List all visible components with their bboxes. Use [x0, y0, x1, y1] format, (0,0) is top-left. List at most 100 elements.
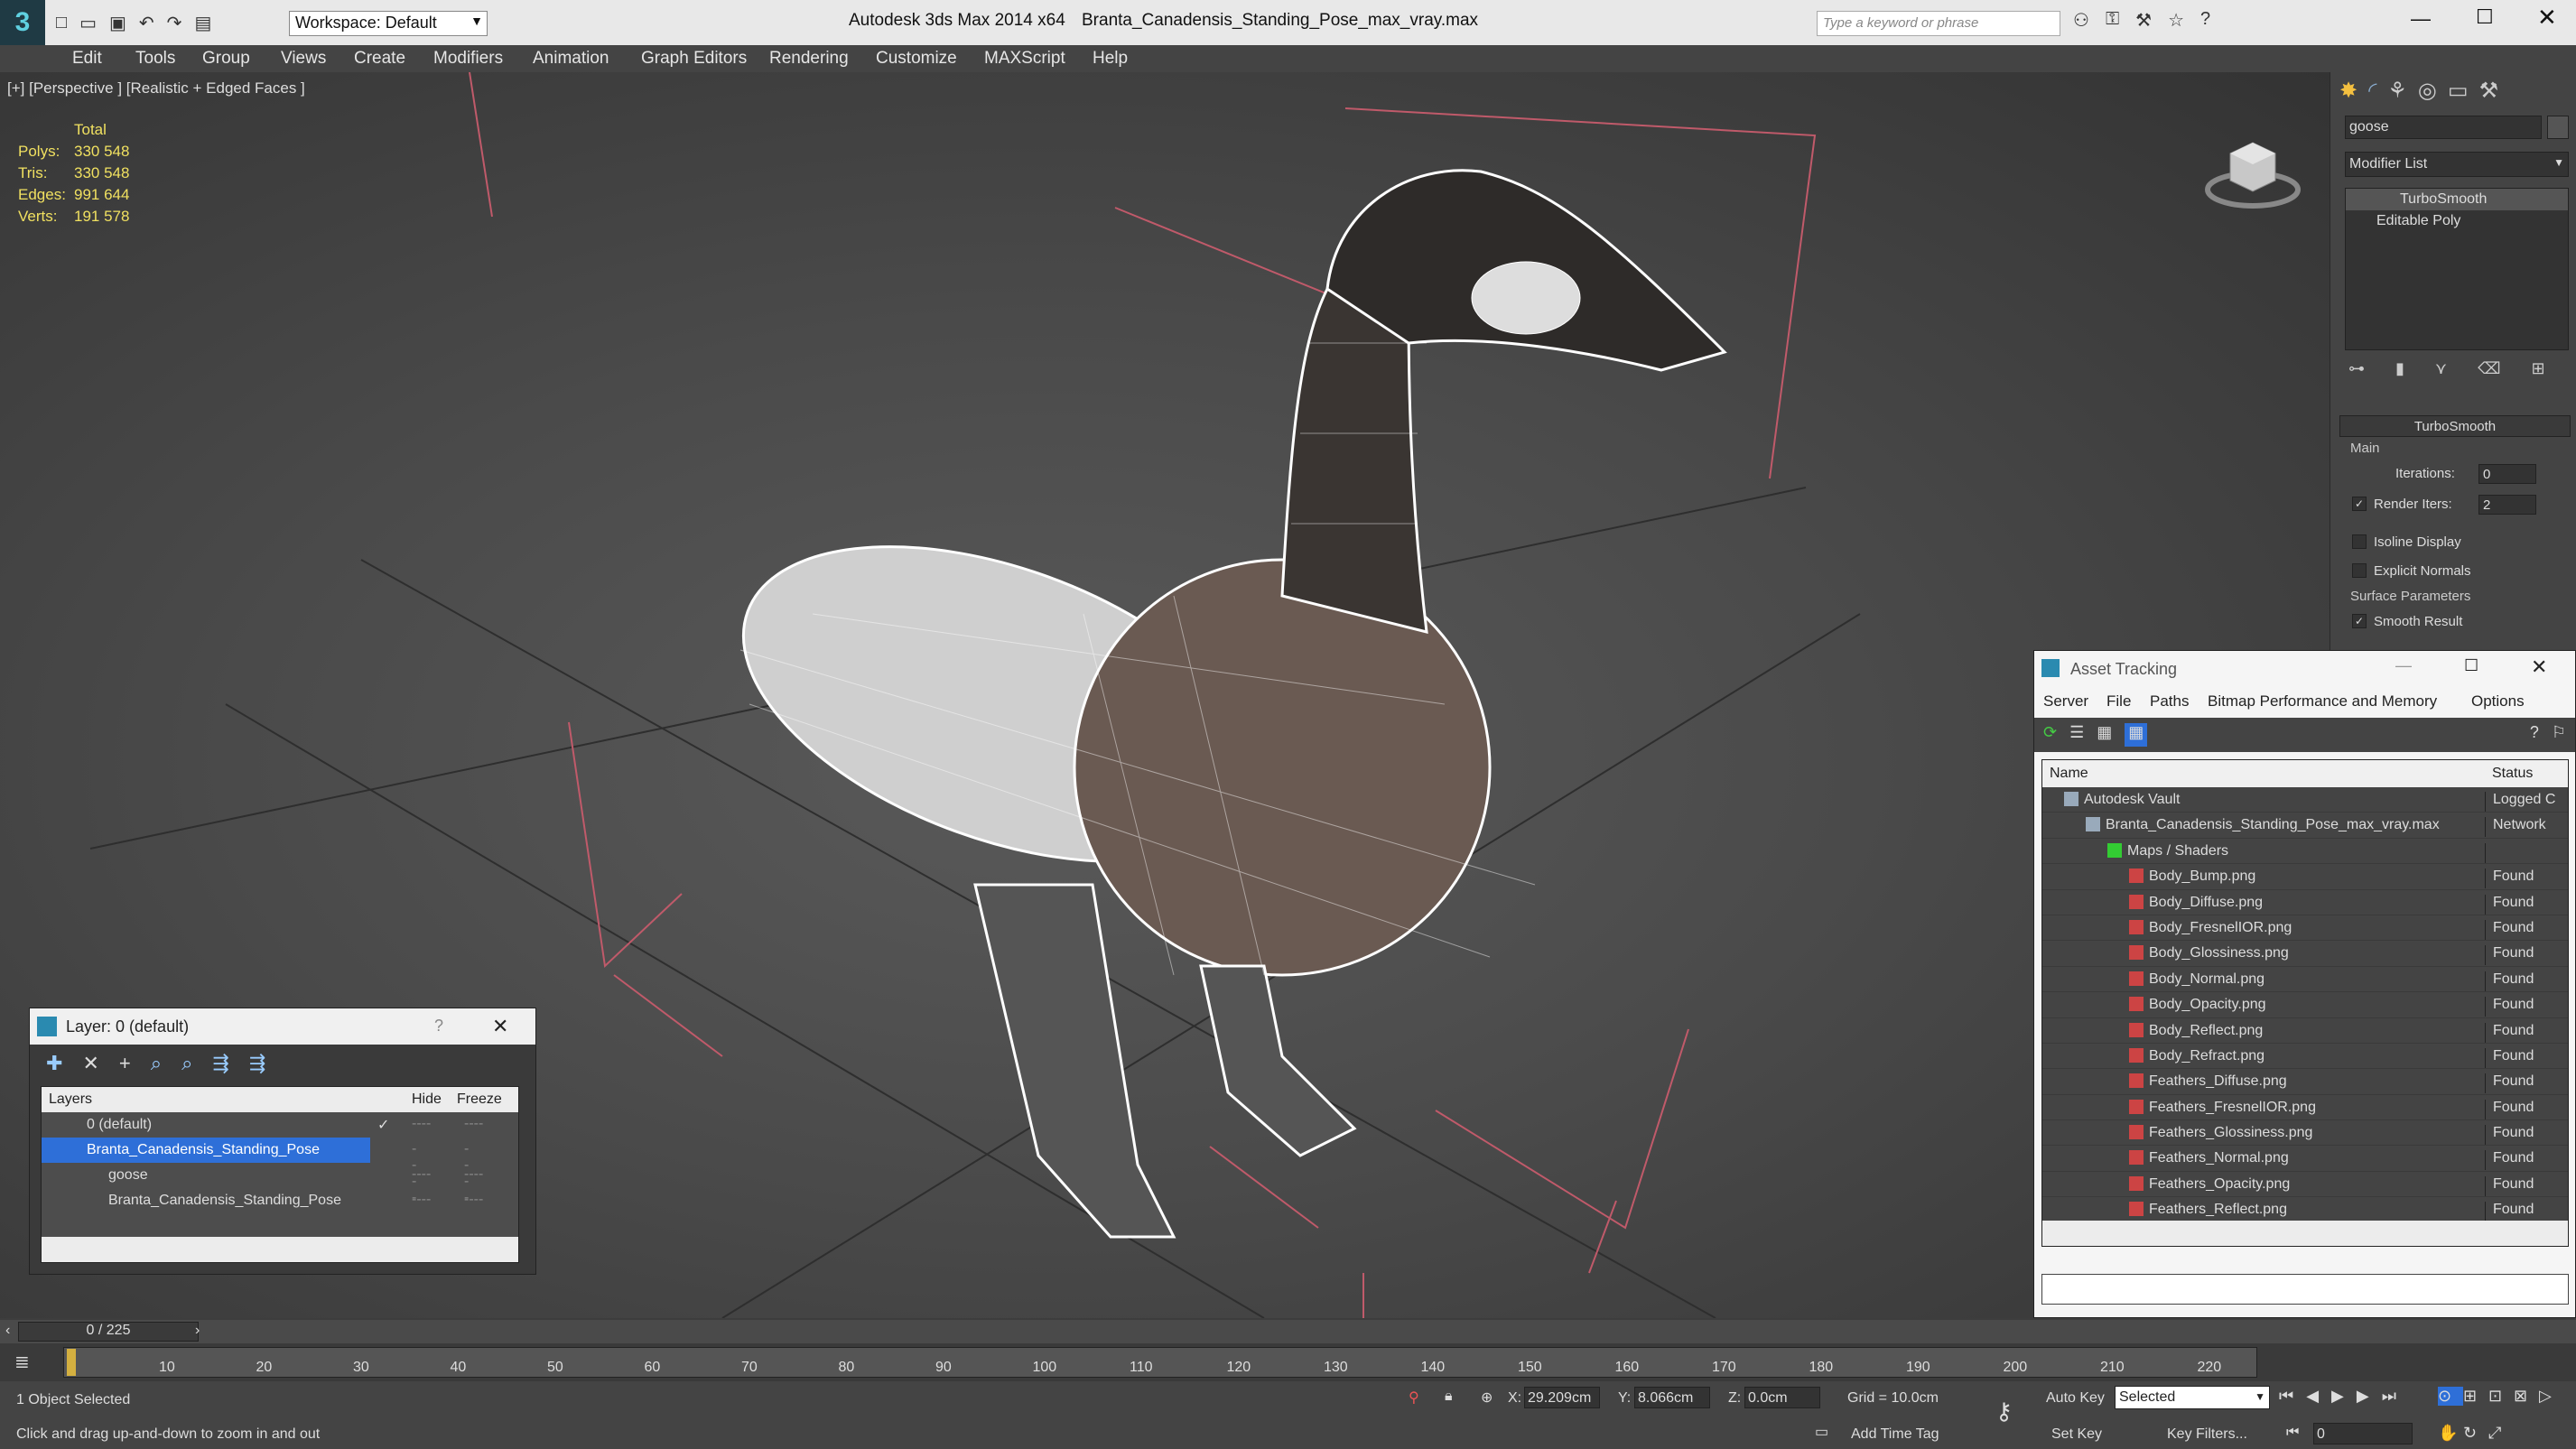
asset-row[interactable]: Body_FresnelIOR.png Found [2042, 915, 2568, 942]
asset-window-titlebar[interactable]: Asset Tracking — ☐ ✕ [2034, 651, 2575, 687]
menu-animation[interactable]: Animation [533, 49, 609, 69]
go-to-start-icon[interactable]: ⏮ [2279, 1387, 2293, 1406]
close-icon[interactable]: ✕ [2537, 4, 2557, 32]
orbit-icon[interactable]: ↻ [2463, 1424, 2488, 1443]
minimize-icon[interactable]: — [2411, 7, 2431, 31]
menu-group[interactable]: Group [202, 49, 250, 69]
time-slider[interactable]: ‹ 0 / 225 › [0, 1320, 2576, 1343]
asset-row[interactable]: Branta_Canadensis_Standing_Pose_max_vray… [2042, 813, 2568, 839]
delete-layer-icon[interactable]: ✕ [82, 1052, 98, 1074]
undo-icon[interactable]: ↶ [139, 9, 154, 36]
freeze-toggle[interactable]: ---- [464, 1166, 483, 1183]
menu-edit[interactable]: Edit [72, 49, 102, 69]
previous-frame-icon[interactable]: ◀ [2306, 1387, 2319, 1406]
menu-modifiers[interactable]: Modifiers [433, 49, 503, 69]
menu-rendering[interactable]: Rendering [769, 49, 849, 69]
create-layer-icon[interactable]: ✚ [46, 1052, 62, 1074]
asset-row[interactable]: Body_Reflect.png Found [2042, 1018, 2568, 1044]
stack-item-turbosmooth[interactable]: TurboSmooth [2346, 189, 2568, 210]
asset-row[interactable]: Feathers_Reflect.png Found [2042, 1197, 2568, 1223]
menu-help[interactable]: Help [1093, 49, 1128, 69]
track-bar[interactable]: ≣ 10 20 30 40 50 60 70 80 90 100 110 120 130 140 150 16… [0, 1343, 2576, 1381]
asset-row[interactable]: Body_Opacity.png Found [2042, 992, 2568, 1018]
binoculars-icon[interactable]: ⚇ [2073, 9, 2089, 32]
time-slider-thumb[interactable]: 0 / 225 [18, 1322, 199, 1342]
hide-toggle[interactable]: ---- [412, 1192, 431, 1208]
asset-row[interactable]: Feathers_FresnelIOR.png Found [2042, 1095, 2568, 1121]
asset-row[interactable]: Feathers_Diffuse.png Found [2042, 1069, 2568, 1095]
prev-frame-icon[interactable]: ‹ [5, 1323, 10, 1339]
layer-row[interactable]: goose ---- ---- [42, 1163, 518, 1188]
explicit-normals-checkbox[interactable] [2352, 563, 2367, 578]
refresh-icon[interactable]: ⟳ [2043, 723, 2057, 747]
freeze-all-icon[interactable]: ⇶ [249, 1052, 265, 1074]
menu-customize[interactable]: Customize [876, 49, 957, 69]
menu-tools[interactable]: Tools [135, 49, 175, 69]
asset-row[interactable]: Maps / Shaders [2042, 839, 2568, 865]
zoom-all-icon[interactable]: ⊞ [2463, 1387, 2488, 1406]
zoom-extents-icon[interactable]: ⊡ [2488, 1387, 2514, 1406]
remove-modifier-icon[interactable]: ⌫ [2478, 359, 2500, 378]
zoom-extents-all-icon[interactable]: ⊠ [2514, 1387, 2539, 1406]
play-icon[interactable]: ▶ [2331, 1387, 2344, 1406]
show-end-result-icon[interactable]: ▮ [2395, 359, 2404, 378]
modifier-list-dropdown[interactable]: Modifier List ▼ [2345, 152, 2569, 177]
isolate-icon[interactable]: ⚲ [1409, 1389, 1419, 1407]
redo-icon[interactable]: ↷ [167, 9, 182, 36]
motion-tab-icon[interactable]: ◎ [2418, 78, 2437, 104]
viewport-label[interactable]: [+] [Perspective ] [Realistic + Edged Fa… [7, 79, 305, 98]
layer-row[interactable]: Branta_Canadensis_Standing_Pose ---- ---… [42, 1188, 518, 1213]
app-logo-icon[interactable]: 3 [0, 0, 45, 45]
new-file-icon[interactable]: □ [56, 9, 67, 36]
asset-menu-paths[interactable]: Paths [2150, 692, 2189, 711]
asset-row[interactable]: Feathers_Normal.png Found [2042, 1146, 2568, 1172]
menu-graph-editors[interactable]: Graph Editors [641, 49, 747, 69]
next-frame-icon[interactable]: ▶ [2357, 1387, 2369, 1406]
isoline-checkbox[interactable] [2352, 534, 2367, 549]
z-coordinate-field[interactable]: 0.0cm [1744, 1387, 1820, 1408]
fov-icon[interactable]: ▷ [2539, 1387, 2564, 1406]
star-icon[interactable]: ☆ [2168, 9, 2184, 32]
key-mode-icon[interactable]: ⏮ [2286, 1425, 2299, 1441]
auto-key-button[interactable]: Auto Key [2046, 1390, 2105, 1407]
help-icon[interactable]: ? [2200, 9, 2210, 32]
open-file-icon[interactable]: ▭ [79, 9, 97, 36]
utilities-tab-icon[interactable]: ⚒ [2479, 78, 2499, 104]
maxscript-listener[interactable]: 1 Object Selected [9, 1389, 1381, 1412]
layer-row[interactable]: 0 (default) ✓ ---- ---- [42, 1112, 518, 1138]
select-objects-icon[interactable]: ⌕ [151, 1052, 162, 1074]
list-view-icon[interactable]: ☰ [2069, 723, 2084, 747]
asset-row[interactable]: Body_Normal.png Found [2042, 967, 2568, 993]
object-color-swatch[interactable] [2547, 116, 2569, 139]
lock-selection-icon[interactable]: 🔒︎ [1445, 1389, 1453, 1405]
pan-icon[interactable]: ✋ [2438, 1424, 2463, 1443]
hide-toggle[interactable]: ---- [412, 1116, 431, 1132]
current-frame-field[interactable]: 0 [2313, 1423, 2413, 1444]
key-selection-dropdown[interactable]: Selected ▼ [2115, 1386, 2270, 1409]
column-freeze[interactable]: Freeze [457, 1091, 502, 1108]
iterations-spinner[interactable]: 0 [2478, 464, 2536, 484]
menu-maxscript[interactable]: MAXScript [984, 49, 1065, 69]
column-hide[interactable]: Hide [412, 1091, 442, 1108]
minimize-icon[interactable]: — [2395, 656, 2412, 675]
close-icon[interactable]: ✕ [492, 1015, 508, 1038]
maximize-viewport-icon[interactable]: ⤢ [2488, 1424, 2514, 1443]
asset-menu-options[interactable]: Options [2471, 692, 2525, 711]
asset-row[interactable]: Body_Bump.png Found [2042, 864, 2568, 890]
render-iters-checkbox[interactable]: ✓ [2352, 497, 2367, 511]
asset-path-field[interactable] [2041, 1274, 2569, 1305]
rollout-header[interactable]: TurboSmooth [2339, 415, 2571, 437]
object-name-field[interactable]: goose [2345, 116, 2542, 139]
menu-views[interactable]: Views [281, 49, 326, 69]
stack-item-editable-poly[interactable]: Editable Poly [2346, 210, 2568, 232]
maximize-icon[interactable]: ☐ [2476, 5, 2494, 29]
hide-toggle[interactable]: ---- [412, 1166, 431, 1183]
asset-menu-server[interactable]: Server [2043, 692, 2088, 711]
tools-icon[interactable]: ⚒ [2135, 9, 2152, 32]
save-icon[interactable]: ▣ [109, 9, 126, 36]
hide-all-icon[interactable]: ⇶ [212, 1052, 228, 1074]
go-to-end-icon[interactable]: ⏭ [2382, 1387, 2396, 1406]
asset-menu-file[interactable]: File [2106, 692, 2131, 711]
thumbnail-view-icon[interactable]: ▦ [2097, 723, 2112, 747]
horizontal-scrollbar[interactable] [2042, 1221, 2568, 1246]
